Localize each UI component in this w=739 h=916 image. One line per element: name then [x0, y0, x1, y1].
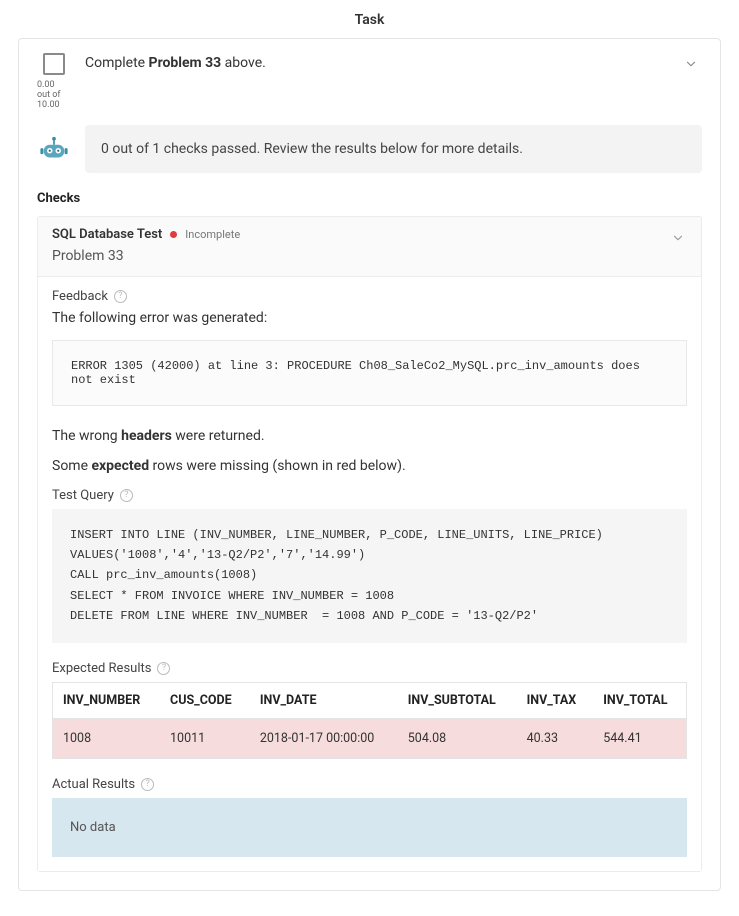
cell: 40.33: [517, 718, 594, 758]
task-title-suffix: above.: [221, 55, 266, 71]
check-panel: SQL Database Test Incomplete Problem 33 …: [37, 216, 702, 872]
page-title: Task: [0, 0, 739, 38]
check-header[interactable]: SQL Database Test Incomplete: [38, 217, 701, 246]
task-header: 0.00 out of 10.00 Complete Problem 33 ab…: [19, 53, 720, 111]
expected-results-table: INV_NUMBER CUS_CODE INV_DATE INV_SUBTOTA…: [52, 682, 687, 759]
status-dot-icon: [170, 231, 177, 238]
col-header: INV_NUMBER: [53, 682, 161, 718]
chevron-down-icon: [671, 231, 685, 245]
task-title: Complete Problem 33 above.: [85, 53, 670, 71]
table-header-row: INV_NUMBER CUS_CODE INV_DATE INV_SUBTOTA…: [53, 682, 687, 718]
grader-robot-icon: [37, 135, 71, 163]
grader-row: 0 out of 1 checks passed. Review the res…: [19, 125, 720, 173]
col-header: INV_TAX: [517, 682, 594, 718]
chevron-down-icon: [684, 57, 698, 71]
error-message-box: ERROR 1305 (42000) at line 3: PROCEDURE …: [52, 340, 687, 406]
wrong-headers-bold: headers: [121, 428, 172, 444]
col-header: CUS_CODE: [160, 682, 250, 718]
check-name: SQL Database Test: [52, 227, 162, 242]
checks-heading: Checks: [19, 173, 720, 216]
help-icon[interactable]: ?: [114, 290, 127, 303]
task-complete-checkbox[interactable]: [43, 53, 65, 75]
task-collapse-toggle[interactable]: [684, 57, 702, 75]
check-problem-label: Problem 33: [38, 246, 701, 276]
expected-results-heading: Expected Results ?: [52, 661, 687, 676]
cell: 544.41: [593, 718, 686, 758]
wrong-headers-pre: The wrong: [52, 428, 121, 444]
col-header: INV_DATE: [250, 682, 398, 718]
actual-results-heading: Actual Results ?: [52, 777, 687, 792]
cell: 2018-01-17 00:00:00: [250, 718, 398, 758]
cell: 504.08: [398, 718, 517, 758]
missing-rows-note: Some expected rows were missing (shown i…: [52, 458, 687, 474]
cell: 1008: [53, 718, 161, 758]
task-left-column: 0.00 out of 10.00: [37, 53, 71, 111]
test-query-heading-text: Test Query: [52, 488, 114, 503]
task-title-bold: Problem 33: [149, 55, 222, 71]
actual-results-heading-text: Actual Results: [52, 777, 135, 792]
help-icon[interactable]: ?: [120, 489, 133, 502]
task-title-prefix: Complete: [85, 55, 149, 71]
feedback-heading-text: Feedback: [52, 289, 108, 304]
wrong-headers-post: were returned.: [172, 428, 265, 444]
col-header: INV_SUBTOTAL: [398, 682, 517, 718]
check-status-label: Incomplete: [185, 228, 240, 241]
missing-bold: expected: [91, 458, 149, 474]
actual-results-nodata: No data: [52, 798, 687, 857]
cell: 10011: [160, 718, 250, 758]
missing-post: rows were missing (shown in red below).: [149, 458, 406, 474]
expected-results-heading-text: Expected Results: [52, 661, 151, 676]
missing-pre: Some: [52, 458, 91, 474]
help-icon[interactable]: ?: [141, 778, 154, 791]
task-score: 0.00 out of 10.00: [37, 81, 71, 111]
col-header: INV_TOTAL: [593, 682, 686, 718]
check-collapse-toggle[interactable]: [671, 231, 689, 249]
help-icon[interactable]: ?: [157, 662, 170, 675]
test-query-code: INSERT INTO LINE (INV_NUMBER, LINE_NUMBE…: [52, 509, 687, 643]
table-row: 1008 10011 2018-01-17 00:00:00 504.08 40…: [53, 718, 687, 758]
task-card: 0.00 out of 10.00 Complete Problem 33 ab…: [18, 38, 721, 891]
check-body: Feedback ? The following error was gener…: [38, 276, 701, 871]
status-banner: 0 out of 1 checks passed. Review the res…: [85, 125, 702, 173]
test-query-heading: Test Query ?: [52, 488, 687, 503]
score-earned: 0.00: [37, 80, 55, 90]
score-max: 10.00: [37, 100, 60, 110]
score-mid: out of: [37, 90, 61, 100]
wrong-headers-note: The wrong headers were returned.: [52, 428, 687, 444]
feedback-heading: Feedback ?: [52, 289, 687, 304]
feedback-intro: The following error was generated:: [52, 310, 687, 326]
